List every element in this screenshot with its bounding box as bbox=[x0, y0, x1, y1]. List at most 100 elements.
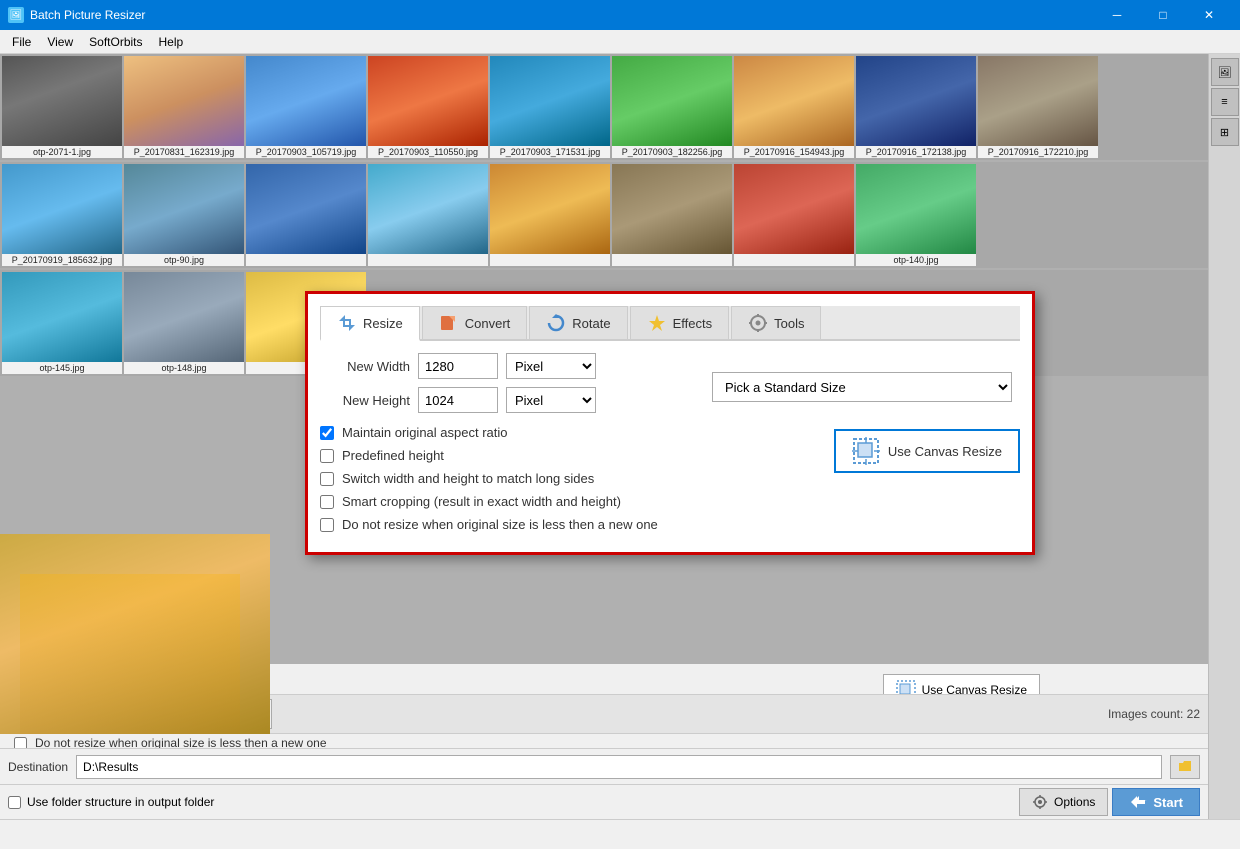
images-count: Images count: 22 bbox=[1108, 707, 1200, 721]
switch-wh-row: Switch width and height to match long si… bbox=[320, 471, 814, 486]
thumb-img-r3-1[interactable] bbox=[124, 272, 244, 362]
predefined-height-row: Predefined height bbox=[320, 448, 814, 463]
height-row: New Height Pixel Percent cm inch bbox=[320, 387, 670, 413]
predefined-height-label: Predefined height bbox=[342, 448, 444, 463]
browse-destination-button[interactable] bbox=[1170, 755, 1200, 779]
menu-file[interactable]: File bbox=[4, 33, 39, 51]
thumb-label-3: P_20170903_110550.jpg bbox=[368, 146, 488, 158]
options-button[interactable]: Options bbox=[1019, 788, 1108, 816]
thumb-label-r2-2 bbox=[246, 254, 366, 266]
menu-view[interactable]: View bbox=[39, 33, 81, 51]
tab-tools[interactable]: Tools bbox=[731, 306, 821, 339]
thumb-img-r2-1[interactable] bbox=[124, 164, 244, 254]
thumb-col-0[interactable]: otp-2071-1.jpg bbox=[2, 56, 122, 158]
thumb-col-2[interactable]: P_20170903_105719.jpg bbox=[246, 56, 366, 158]
maximize-button[interactable]: □ bbox=[1140, 0, 1186, 30]
thumb-img-6[interactable] bbox=[734, 56, 854, 146]
thumb-label-5: P_20170903_182256.jpg bbox=[612, 146, 732, 158]
tabs-row: Resize Convert Rotate bbox=[320, 306, 1020, 341]
thumb-col-r2-4[interactable] bbox=[490, 164, 610, 266]
switch-wh-checkbox[interactable] bbox=[320, 472, 334, 486]
thumb-col-5[interactable]: P_20170903_182256.jpg bbox=[612, 56, 732, 158]
panel-btn-3[interactable]: ⊞ bbox=[1211, 118, 1239, 146]
right-panel: 🖼 ≡ ⊞ bbox=[1208, 54, 1240, 849]
canvas-resize-button[interactable]: Use Canvas Resize bbox=[834, 429, 1020, 473]
thumb-img-r3-0[interactable] bbox=[2, 272, 122, 362]
thumb-col-r2-5[interactable] bbox=[612, 164, 732, 266]
thumb-label-7: P_20170916_172138.jpg bbox=[856, 146, 976, 158]
smart-crop-row: Smart cropping (result in exact width an… bbox=[320, 494, 814, 509]
use-folder-structure-checkbox[interactable] bbox=[8, 796, 21, 809]
thumb-col-3[interactable]: P_20170903_110550.jpg bbox=[368, 56, 488, 158]
thumb-img-5[interactable] bbox=[612, 56, 732, 146]
action-buttons: Options Start bbox=[1019, 788, 1200, 816]
maintain-aspect-checkbox[interactable] bbox=[320, 426, 334, 440]
minimize-button[interactable]: ─ bbox=[1094, 0, 1140, 30]
panel-btn-2[interactable]: ≡ bbox=[1211, 88, 1239, 116]
menu-help[interactable]: Help bbox=[151, 33, 192, 51]
image-row-2: P_20170919_185632.jpg otp-90.jpg bbox=[0, 162, 1208, 268]
thumb-col-7[interactable]: P_20170916_172138.jpg bbox=[856, 56, 976, 158]
thumb-col-6[interactable]: P_20170916_154943.jpg bbox=[734, 56, 854, 158]
predefined-height-checkbox[interactable] bbox=[320, 449, 334, 463]
thumb-col-r3-1[interactable]: otp-148.jpg bbox=[124, 272, 244, 374]
no-resize-small-checkbox[interactable] bbox=[320, 518, 334, 532]
thumb-col-1[interactable]: P_20170831_162319.jpg bbox=[124, 56, 244, 158]
destination-row: Destination bbox=[0, 748, 1208, 784]
menu-bar: File View SoftOrbits Help bbox=[0, 30, 1240, 54]
tools-tab-icon bbox=[748, 313, 768, 333]
thumb-col-r2-3[interactable] bbox=[368, 164, 488, 266]
no-resize-small-row: Do not resize when original size is less… bbox=[320, 517, 814, 532]
thumb-col-r2-6[interactable] bbox=[734, 164, 854, 266]
tab-convert[interactable]: Convert bbox=[422, 306, 528, 339]
thumb-img-r2-3[interactable] bbox=[368, 164, 488, 254]
thumb-img-0[interactable] bbox=[2, 56, 122, 146]
menu-softorbits[interactable]: SoftOrbits bbox=[81, 33, 150, 51]
thumb-img-1[interactable] bbox=[124, 56, 244, 146]
thumb-img-3[interactable] bbox=[368, 56, 488, 146]
thumb-col-r2-7[interactable]: otp-140.jpg bbox=[856, 164, 976, 266]
thumb-img-8[interactable] bbox=[978, 56, 1098, 146]
thumb-col-r2-0[interactable]: P_20170919_185632.jpg bbox=[2, 164, 122, 266]
smart-crop-checkbox[interactable] bbox=[320, 495, 334, 509]
tab-resize[interactable]: Resize bbox=[320, 306, 420, 341]
tab-effects[interactable]: Effects bbox=[630, 306, 730, 339]
destination-input[interactable] bbox=[76, 755, 1162, 779]
thumb-img-2[interactable] bbox=[246, 56, 366, 146]
thumb-col-r3-0[interactable]: otp-145.jpg bbox=[2, 272, 122, 374]
start-button[interactable]: Start bbox=[1112, 788, 1200, 816]
thumb-img-r2-2[interactable] bbox=[246, 164, 366, 254]
thumb-col-r2-1[interactable]: otp-90.jpg bbox=[124, 164, 244, 266]
options-area: Maintain original aspect ratio Predefine… bbox=[320, 425, 1020, 540]
use-folder-structure-row: Use folder structure in output folder bbox=[8, 795, 214, 809]
effects-tab-icon bbox=[647, 313, 667, 333]
tab-rotate[interactable]: Rotate bbox=[529, 306, 627, 339]
thumb-img-r2-7[interactable] bbox=[856, 164, 976, 254]
thumb-img-4[interactable] bbox=[490, 56, 610, 146]
thumb-col-8[interactable]: P_20170916_172210.jpg bbox=[978, 56, 1098, 158]
thumb-label-2: P_20170903_105719.jpg bbox=[246, 146, 366, 158]
panel-btn-1[interactable]: 🖼 bbox=[1211, 58, 1239, 86]
tab-tools-label: Tools bbox=[774, 316, 804, 331]
close-button[interactable]: ✕ bbox=[1186, 0, 1232, 30]
thumb-img-r2-5[interactable] bbox=[612, 164, 732, 254]
standard-size-select[interactable]: Pick a Standard Size 800x600 1024x768 12… bbox=[712, 372, 1012, 402]
thumb-img-r2-4[interactable] bbox=[490, 164, 610, 254]
thumb-label-r2-4 bbox=[490, 254, 610, 266]
rotate-tab-icon bbox=[546, 313, 566, 333]
width-input[interactable] bbox=[418, 353, 498, 379]
form-left: New Width Pixel Percent cm inch New Heig… bbox=[320, 353, 670, 421]
options-gear-icon bbox=[1032, 794, 1048, 810]
width-unit-select[interactable]: Pixel Percent cm inch bbox=[506, 353, 596, 379]
options-label: Options bbox=[1054, 795, 1095, 809]
thumb-col-r2-2[interactable] bbox=[246, 164, 366, 266]
thumb-img-r2-6[interactable] bbox=[734, 164, 854, 254]
thumb-img-r2-0[interactable] bbox=[2, 164, 122, 254]
height-unit-select[interactable]: Pixel Percent cm inch bbox=[506, 387, 596, 413]
checkboxes-area: Maintain original aspect ratio Predefine… bbox=[320, 425, 814, 540]
thumb-img-7[interactable] bbox=[856, 56, 976, 146]
form-area: New Width Pixel Percent cm inch New Heig… bbox=[320, 353, 1020, 421]
thumb-col-4[interactable]: P_20170903_171531.jpg bbox=[490, 56, 610, 158]
thumb-label-6: P_20170916_154943.jpg bbox=[734, 146, 854, 158]
height-input[interactable] bbox=[418, 387, 498, 413]
